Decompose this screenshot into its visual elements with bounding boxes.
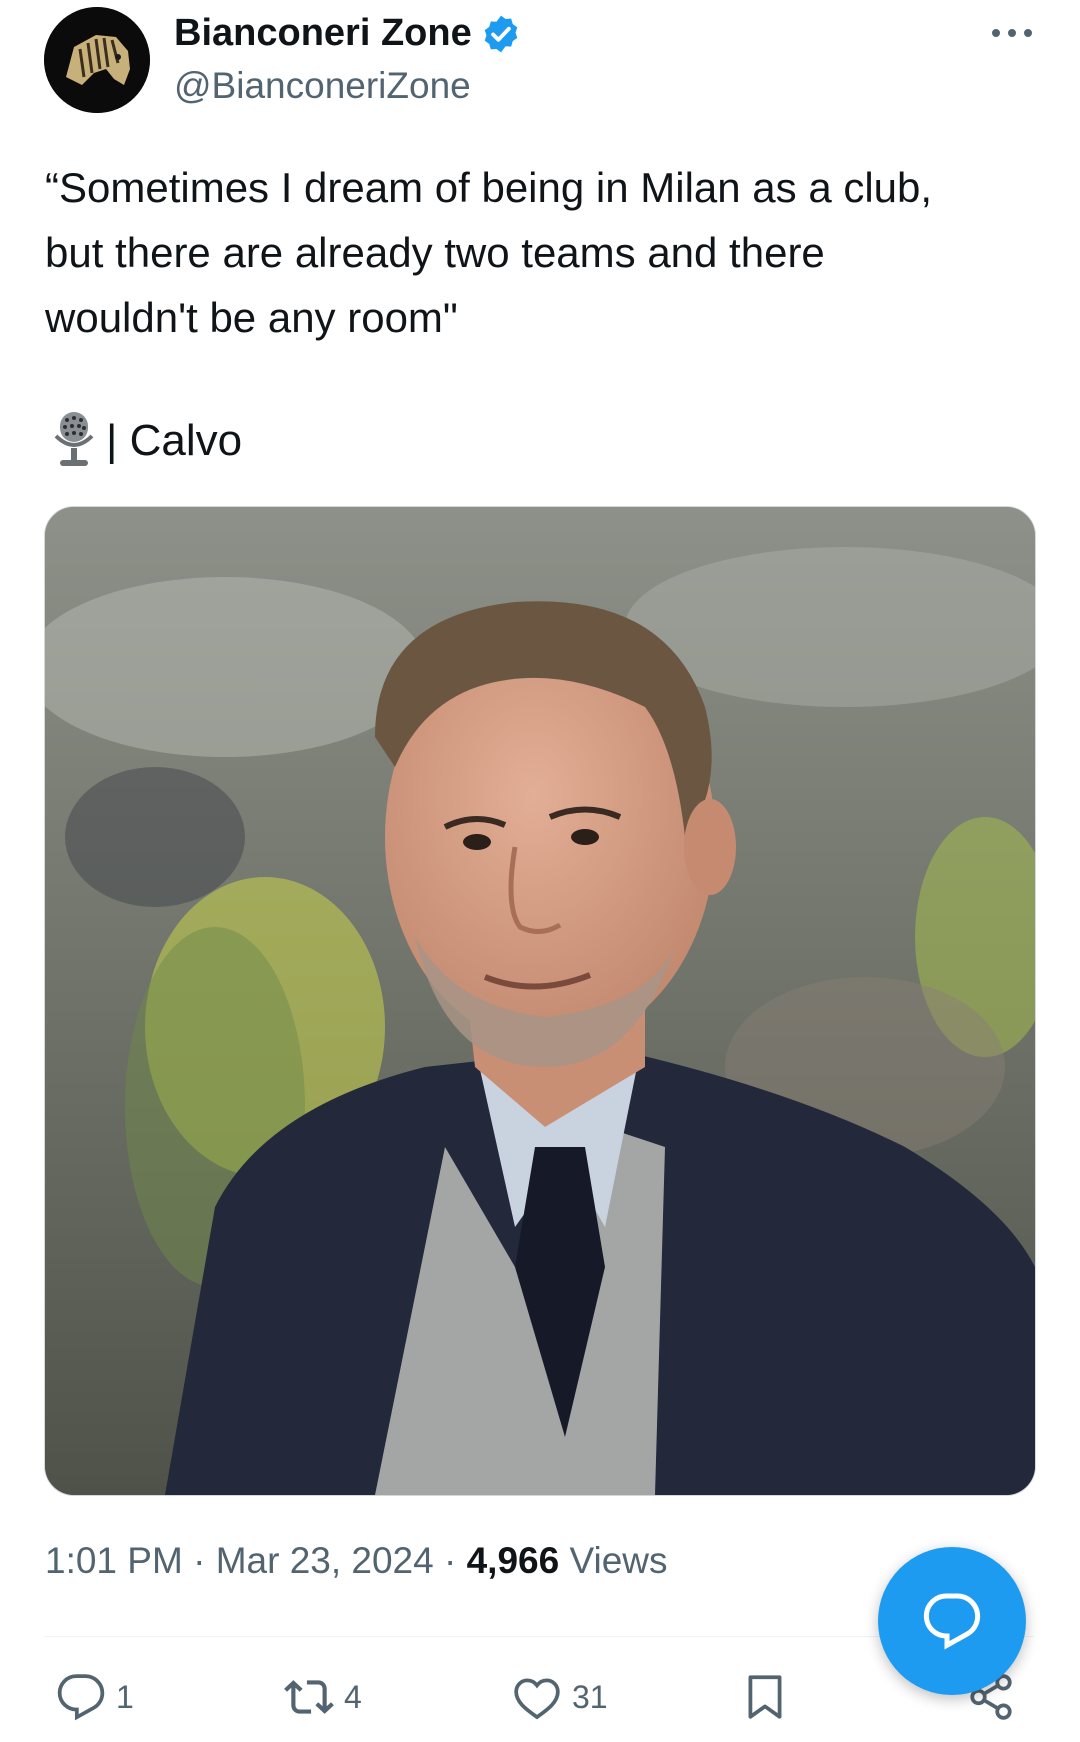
- source-line: | Calvo: [52, 410, 242, 472]
- tweet-time[interactable]: 1:01 PM: [45, 1540, 183, 1581]
- retweet-icon: [284, 1680, 334, 1714]
- source-text: | Calvo: [106, 416, 243, 465]
- compose-button[interactable]: [878, 1547, 1026, 1695]
- tweet-text: “Sometimes I dream of being in Milan as …: [45, 155, 1045, 350]
- display-name[interactable]: Bianconeri Zone: [174, 12, 522, 55]
- tweet-line: wouldn't be any room": [45, 294, 458, 341]
- bookmark-button[interactable]: [740, 1672, 800, 1722]
- handle[interactable]: @BianconeriZone: [174, 65, 471, 107]
- avatar[interactable]: [44, 7, 150, 113]
- retweet-count: 4: [344, 1678, 362, 1715]
- compose-icon: [923, 1593, 981, 1650]
- tweet-photo[interactable]: [44, 506, 1036, 1496]
- like-icon: [514, 1678, 560, 1720]
- reply-icon: [57, 1674, 105, 1721]
- tweet-meta: 1:01 PM · Mar 23, 2024 · 4,966 Views: [45, 1540, 668, 1582]
- like-count: 31: [572, 1678, 608, 1715]
- reply-count: 1: [116, 1678, 134, 1715]
- separator: ·: [193, 1540, 206, 1581]
- views-label: Views: [569, 1540, 668, 1581]
- tweet-line: “Sometimes I dream of being in Milan as …: [45, 164, 933, 211]
- display-name-text[interactable]: Bianconeri Zone: [174, 12, 472, 55]
- microphone-icon: [54, 412, 94, 466]
- retweet-button[interactable]: 4: [284, 1672, 362, 1722]
- like-button[interactable]: 31: [512, 1672, 608, 1722]
- tweet-line: but there are already two teams and ther…: [45, 229, 825, 276]
- tweet-date[interactable]: Mar 23, 2024: [216, 1540, 434, 1581]
- verified-icon: [484, 15, 517, 52]
- reply-button[interactable]: 1: [56, 1672, 134, 1722]
- more-icon[interactable]: [988, 24, 1036, 42]
- bookmark-icon: [748, 1675, 782, 1719]
- views-count: 4,966: [466, 1540, 560, 1581]
- separator: ·: [444, 1540, 457, 1581]
